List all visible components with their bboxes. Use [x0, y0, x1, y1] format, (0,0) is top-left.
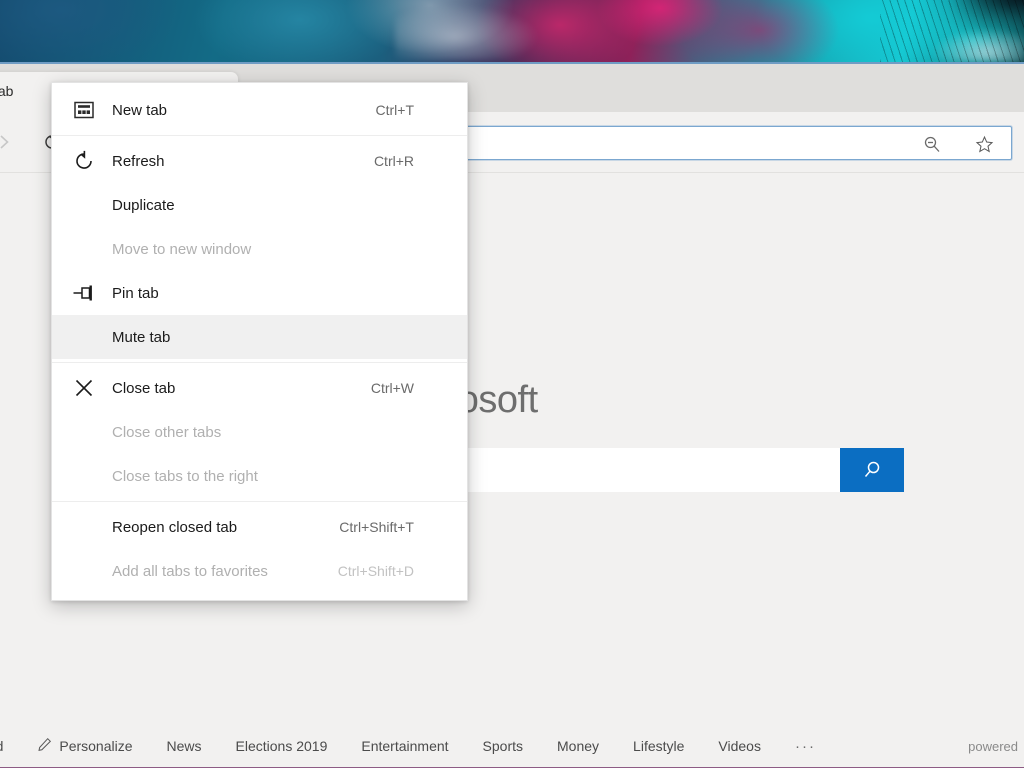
powered-by-label: powered: [968, 738, 1018, 754]
wallpaper-smoke-left: [395, 2, 545, 60]
nav-link-label: Lifestyle: [633, 738, 685, 754]
refresh-icon: [71, 148, 97, 174]
search-button[interactable]: [840, 448, 904, 492]
menu-item-add-all-tabs-to-favorites: Add all tabs to favorites Ctrl+Shift+D: [52, 549, 467, 593]
menu-item-shortcut: Ctrl+Shift+D: [337, 563, 414, 579]
nav-link-lifestyle[interactable]: Lifestyle: [633, 738, 684, 754]
nav-overflow-button[interactable]: ···: [795, 738, 816, 755]
menu-item-label: Pin tab: [112, 284, 159, 302]
menu-item-pin-tab[interactable]: Pin tab: [52, 271, 467, 315]
menu-item-mute-tab[interactable]: Mute tab: [52, 315, 467, 359]
menu-item-label: Reopen closed tab: [112, 518, 238, 536]
nav-link-label: Entertainment: [361, 738, 449, 754]
menu-item-label: Refresh: [112, 152, 165, 170]
nav-link-news[interactable]: News: [167, 738, 202, 754]
menu-item-close-tabs-to-the-right: Close tabs to the right: [52, 454, 467, 498]
menu-item-reopen-closed-tab[interactable]: Reopen closed tab Ctrl+Shift+T: [52, 505, 467, 549]
nav-link-label: eed: [0, 738, 3, 754]
nav-link-feed[interactable]: eed: [0, 738, 3, 754]
wallpaper-streaks: [880, 0, 1024, 62]
menu-item-close-other-tabs: Close other tabs: [52, 410, 467, 454]
menu-item-label: Close tabs to the right: [112, 467, 258, 485]
menu-item-shortcut: Ctrl+T: [375, 102, 415, 118]
nav-link-label: Personalize: [59, 738, 133, 754]
page-bottom-nav: eed Personalize News Elections 2019: [0, 725, 1024, 767]
close-x-icon: [71, 375, 97, 401]
nav-link-money[interactable]: Money: [557, 738, 599, 754]
nav-link-elections-2019[interactable]: Elections 2019: [236, 738, 328, 754]
menu-item-move-to-new-window: Move to new window: [52, 227, 467, 271]
nav-link-label: News: [166, 738, 202, 754]
nav-link-personalize[interactable]: Personalize: [37, 737, 133, 755]
menu-item-label: Duplicate: [112, 196, 175, 214]
tab-context-menu: New tab Ctrl+T Refresh Ctrl+R Duplicate Move …: [51, 82, 468, 601]
pencil-icon: [37, 737, 52, 755]
screen: tab: [0, 0, 1024, 768]
menu-item-label: Close tab: [112, 379, 176, 397]
menu-item-shortcut: Ctrl+Shift+T: [339, 519, 414, 535]
zoom-out-icon[interactable]: [919, 132, 945, 156]
nav-link-label: Sports: [482, 738, 524, 754]
nav-link-label: Money: [557, 738, 600, 754]
nav-link-label: Videos: [718, 738, 761, 754]
menu-item-duplicate[interactable]: Duplicate: [52, 183, 467, 227]
menu-separator-1: [52, 135, 467, 136]
menu-item-close-tab[interactable]: Close tab Ctrl+W: [52, 366, 467, 410]
menu-item-label: Mute tab: [112, 328, 171, 346]
menu-item-label: Move to new window: [112, 240, 252, 258]
pin-icon: [71, 280, 97, 306]
menu-item-shortcut: Ctrl+W: [370, 380, 414, 396]
menu-item-label: Add all tabs to favorites: [112, 562, 268, 580]
menu-separator-2: [52, 362, 467, 363]
menu-item-refresh[interactable]: Refresh Ctrl+R: [52, 139, 467, 183]
nav-link-entertainment[interactable]: Entertainment: [361, 738, 448, 754]
menu-separator-3: [52, 501, 467, 502]
menu-item-shortcut: Ctrl+R: [373, 153, 414, 169]
menu-item-label: New tab: [112, 101, 168, 119]
nav-link-videos[interactable]: Videos: [718, 738, 761, 754]
menu-item-new-tab[interactable]: New tab Ctrl+T: [52, 88, 467, 132]
tab-title: tab: [0, 83, 14, 99]
menu-item-label: Close other tabs: [112, 423, 222, 441]
nav-link-label: Elections 2019: [235, 738, 328, 754]
star-icon[interactable]: [971, 132, 997, 156]
new-tab-icon: [71, 97, 97, 123]
forward-button[interactable]: [0, 124, 22, 160]
desktop-wallpaper: [0, 0, 1024, 62]
nav-link-sports[interactable]: Sports: [483, 738, 523, 754]
